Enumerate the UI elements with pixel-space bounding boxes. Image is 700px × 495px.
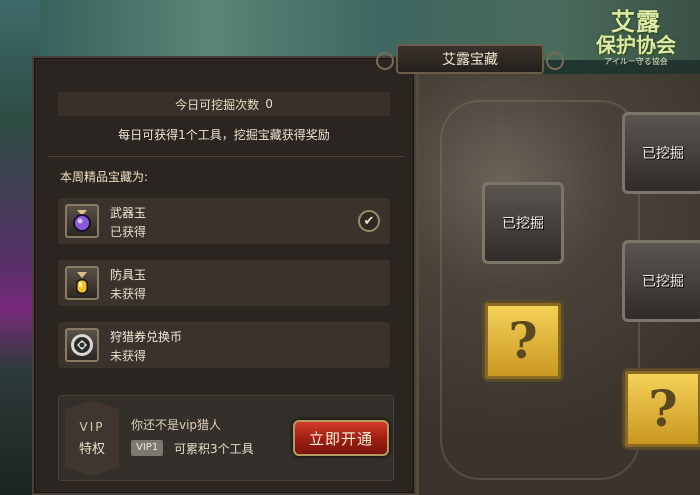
logo-subtitle: 保护协会 xyxy=(596,33,676,57)
vip-badge-privilege: 特权 xyxy=(78,441,105,457)
undug-tile[interactable]: ? xyxy=(622,368,700,450)
question-mark-icon: ? xyxy=(648,379,678,438)
vip-section: VIP 特权 你还不是vip猎人 VIP1 可累积3个工具 立即开通 xyxy=(58,395,394,481)
dug-tile[interactable]: 已挖掘 xyxy=(622,240,700,322)
question-mark-icon: ? xyxy=(508,311,538,370)
weekly-treasure-label: 本周精品宝藏为: xyxy=(60,170,149,184)
check-icon: ✔ xyxy=(358,210,380,232)
dig-count-bar: 今日可挖掘次数 0 xyxy=(58,92,390,116)
logo-caption: アイルー守る協会 xyxy=(604,57,668,66)
yellow-gem-icon xyxy=(65,266,99,300)
vip-benefit: 可累积3个工具 xyxy=(174,442,254,456)
treasure-item: 防具玉 未获得 xyxy=(58,260,390,306)
purple-orb-icon xyxy=(65,204,99,238)
dig-count-label: 今日可挖掘次数 xyxy=(175,97,260,112)
divider xyxy=(48,156,404,157)
dug-tile[interactable]: 已挖掘 xyxy=(482,182,564,264)
item-name: 武器玉 xyxy=(110,206,147,220)
dig-count-value: 0 xyxy=(265,97,273,111)
item-name: 狩猎券兑换币 xyxy=(110,330,183,344)
vip-badge: VIP 特权 xyxy=(65,400,119,476)
dug-tile[interactable]: 已挖掘 xyxy=(622,112,700,194)
item-state: 未获得 xyxy=(110,349,147,363)
coin-icon xyxy=(65,328,99,362)
panel-title: 艾露宝藏 xyxy=(376,44,564,74)
treasure-item: 狩猎券兑换币 未获得 xyxy=(58,322,390,368)
map-path-decoration xyxy=(440,100,640,480)
logo-title: 艾露 xyxy=(611,7,661,36)
vip-level-tag: VIP1 xyxy=(131,440,164,456)
item-state: 已获得 xyxy=(110,225,147,239)
open-vip-button[interactable]: 立即开通 xyxy=(293,420,389,456)
daily-note: 每日可获得1个工具，挖掘宝藏获得奖励 xyxy=(118,128,330,142)
vip-badge-label: VIP xyxy=(79,419,105,434)
item-name: 防具玉 xyxy=(110,268,147,282)
undug-tile[interactable]: ? xyxy=(482,300,564,382)
treasure-item: 武器玉 已获得 ✔ xyxy=(58,198,390,244)
item-state: 未获得 xyxy=(110,287,147,301)
vip-notice: 你还不是vip猎人 xyxy=(131,418,222,432)
